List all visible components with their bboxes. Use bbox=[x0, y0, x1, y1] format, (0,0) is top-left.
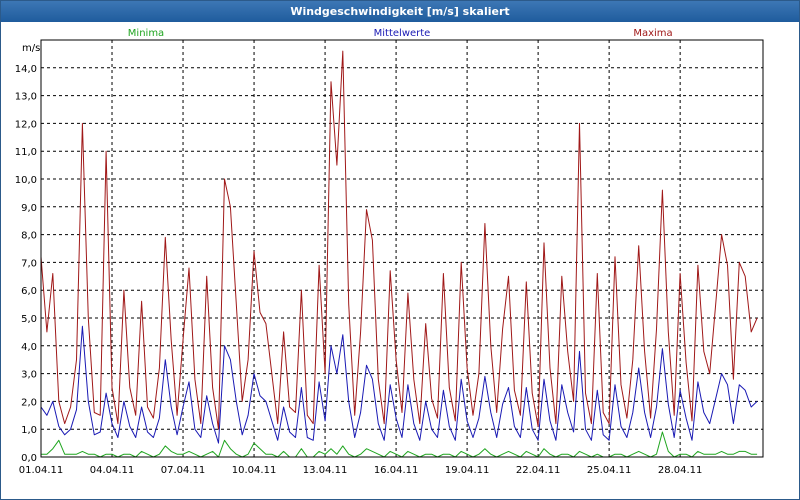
legend-minima: Minima bbox=[128, 28, 164, 39]
y-tick-label: 11,0 bbox=[15, 147, 37, 158]
window-title: Windgeschwindigkeit [m/s] skaliert bbox=[1, 1, 799, 22]
series-line-max bbox=[40, 50, 758, 430]
x-tick-label: 22.04.11 bbox=[516, 465, 561, 476]
legend-mittelwerte: Mittelwerte bbox=[374, 28, 431, 39]
x-tick-label: 10.04.11 bbox=[232, 465, 277, 476]
x-tick-label: 07.04.11 bbox=[161, 465, 206, 476]
y-tick-label: 9,0 bbox=[21, 203, 37, 214]
y-tick-label: 3,0 bbox=[21, 370, 37, 381]
y-tick-label: 5,0 bbox=[21, 314, 37, 325]
grid bbox=[40, 40, 763, 458]
plot-frame bbox=[40, 39, 764, 458]
y-tick-label: 0,0 bbox=[21, 453, 37, 464]
y-tick-label: 4,0 bbox=[21, 342, 37, 353]
y-tick-label: 13,0 bbox=[15, 92, 37, 103]
x-tick-label: 04.04.11 bbox=[90, 465, 135, 476]
x-tick-label: 19.04.11 bbox=[445, 465, 490, 476]
x-tick-label: 16.04.11 bbox=[374, 465, 419, 476]
chart-window: Windgeschwindigkeit [m/s] skaliert Minim… bbox=[0, 0, 800, 500]
y-tick-label: 8,0 bbox=[21, 231, 37, 242]
legend-maxima: Maxima bbox=[633, 28, 672, 39]
series-layer bbox=[40, 50, 758, 458]
y-tick-label: 7,0 bbox=[21, 258, 37, 269]
y-tick-label: 10,0 bbox=[15, 175, 37, 186]
y-tick-label: 2,0 bbox=[21, 397, 37, 408]
y-tick-label: 12,0 bbox=[15, 119, 37, 130]
y-tick-label: 14,0 bbox=[15, 64, 37, 75]
x-tick-label: 25.04.11 bbox=[587, 465, 632, 476]
wind-speed-chart: Minima Mittelwerte Maxima m/s 0,0 1,0 2,0 3… bbox=[15, 28, 764, 476]
x-tick-label: 13.04.11 bbox=[303, 465, 348, 476]
y-axis-label: m/s bbox=[22, 43, 40, 54]
x-tick-label: 01.04.11 bbox=[19, 465, 64, 476]
x-tick-label: 28.04.11 bbox=[658, 465, 703, 476]
y-tick-label: 6,0 bbox=[21, 286, 37, 297]
y-tick-label: 1,0 bbox=[21, 425, 37, 436]
